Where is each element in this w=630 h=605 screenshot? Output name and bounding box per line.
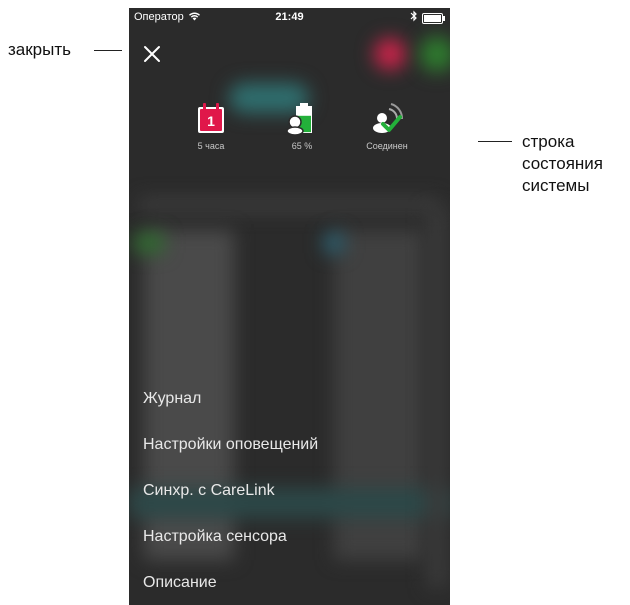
connection-check-icon <box>373 103 404 133</box>
calendar-icon: 1 <box>198 103 224 133</box>
main-menu: Журнал Настройки оповещений Синхр. с Car… <box>143 388 318 605</box>
calendar-badge: 1 <box>207 113 215 129</box>
pump-battery-label: 65 % <box>291 141 313 151</box>
bluetooth-icon <box>410 10 418 25</box>
menu-item-alert-settings[interactable]: Настройки оповещений <box>143 434 318 480</box>
status-annotation-line3: системы <box>522 176 590 195</box>
menu-item-journal[interactable]: Журнал <box>143 388 318 434</box>
close-annotation-line <box>94 50 122 51</box>
status-annotation: строка состояния системы <box>522 131 603 197</box>
sensor-status: 1 5 часа <box>174 101 248 151</box>
menu-item-description[interactable]: Описание <box>143 572 318 605</box>
status-annotation-line1: строка <box>522 132 575 151</box>
status-annotation-line2: состояния <box>522 154 603 173</box>
status-annotation-line <box>478 141 512 142</box>
sensor-status-label: 5 часа <box>197 141 225 151</box>
close-icon <box>144 46 160 62</box>
clock: 21:49 <box>275 11 304 23</box>
close-annotation: закрыть <box>8 40 72 59</box>
phone-screen: Оператор 21:49 1 5 часа 65 % Соединен Жу… <box>129 8 450 605</box>
connection-status-label: Соединен <box>366 141 408 151</box>
ios-status-bar: Оператор 21:49 <box>129 8 450 28</box>
menu-item-carelink-sync[interactable]: Синхр. с CareLink <box>143 480 318 526</box>
close-button[interactable] <box>141 43 163 65</box>
battery-icon <box>422 13 445 24</box>
menu-item-sensor-setup[interactable]: Настройка сенсора <box>143 526 318 572</box>
pump-battery-icon <box>286 103 312 135</box>
pump-battery-status: 65 % <box>265 101 339 151</box>
connection-status: Соединен <box>350 101 424 151</box>
